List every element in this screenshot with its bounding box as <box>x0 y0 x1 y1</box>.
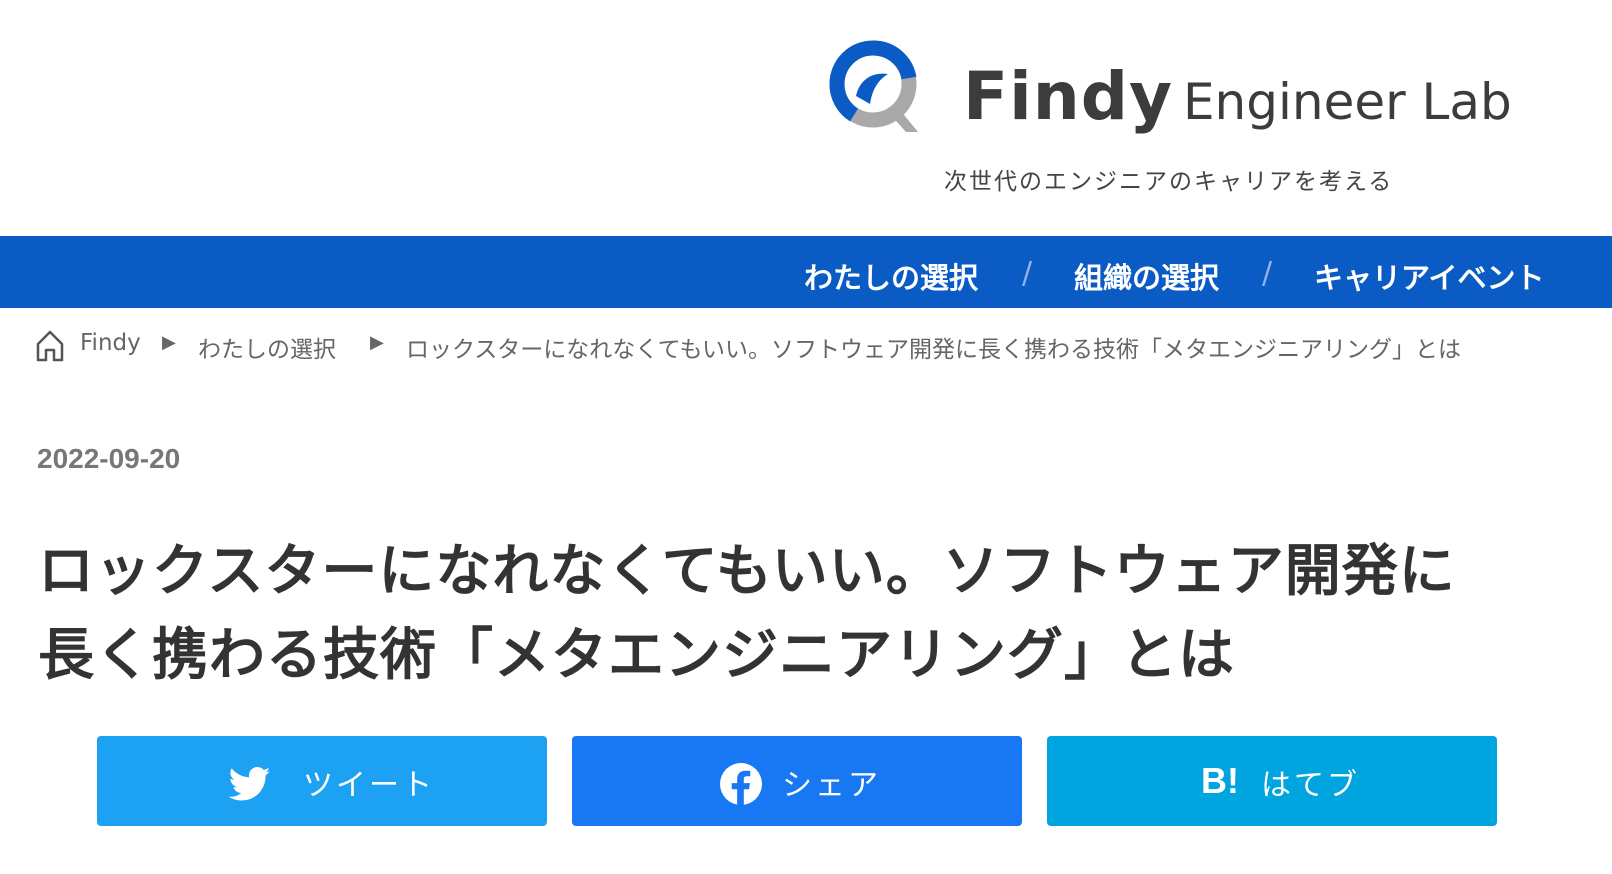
breadcrumb-item-current: ロックスターになれなくてもいい。ソフトウェア開発に長く携わる技術「メタエンジニア… <box>406 337 1462 363</box>
breadcrumb-arrow-icon: ▶ <box>370 332 384 353</box>
breadcrumb-item-findy[interactable]: Findy <box>80 330 141 356</box>
nav-separator: / <box>1022 256 1033 291</box>
article-title-line-1: ロックスターになれなくてもいい。ソフトウェア開発に <box>38 539 1456 604</box>
nav-item-my-choice[interactable]: わたしの選択 <box>804 255 978 297</box>
main-nav: わたしの選択 / 組織の選択 / キャリアイベント <box>0 236 1612 308</box>
nav-separator: / <box>1262 256 1273 291</box>
article-title-line-2: 長く携わる技術「メタエンジニアリング」とは <box>38 623 1235 688</box>
hatena-bookmark-button-label: はてブ <box>1261 768 1360 803</box>
facebook-share-button-label: シェア <box>782 768 881 803</box>
logo-engineer-lab-text: Engineer Lab <box>1182 73 1512 131</box>
hatena-bookmark-icon: B! <box>1201 760 1239 801</box>
article-title: ロックスターになれなくてもいい。ソフトウェア開発に 長く携わる技術「メタエンジニ… <box>38 530 1578 698</box>
nav-item-career-event[interactable]: キャリアイベント <box>1314 255 1545 297</box>
facebook-share-button[interactable]: シェア <box>572 736 1022 826</box>
logo-findy-text: Findy <box>963 58 1173 135</box>
hatena-bookmark-button[interactable]: B! はてブ <box>1047 736 1497 826</box>
breadcrumb-arrow-icon: ▶ <box>162 332 176 353</box>
tweet-button-label: ツイート <box>303 768 435 803</box>
nav-item-org-choice[interactable]: 組織の選択 <box>1074 255 1219 297</box>
facebook-icon <box>720 763 762 805</box>
site-tagline: 次世代のエンジニアのキャリアを考える <box>944 169 1394 195</box>
article-date: 2022-09-20 <box>37 443 181 474</box>
findy-logo-icon[interactable] <box>826 38 926 140</box>
tweet-button[interactable]: ツイート <box>97 736 547 826</box>
breadcrumb-item-my-choice[interactable]: わたしの選択 <box>198 330 336 364</box>
site-header: Findy Engineer Lab 次世代のエンジニアのキャリアを考える <box>0 0 1612 236</box>
logo-wordmark[interactable]: Findy Engineer Lab <box>963 58 1512 135</box>
twitter-bird-icon <box>229 767 271 801</box>
home-icon[interactable] <box>34 328 66 362</box>
